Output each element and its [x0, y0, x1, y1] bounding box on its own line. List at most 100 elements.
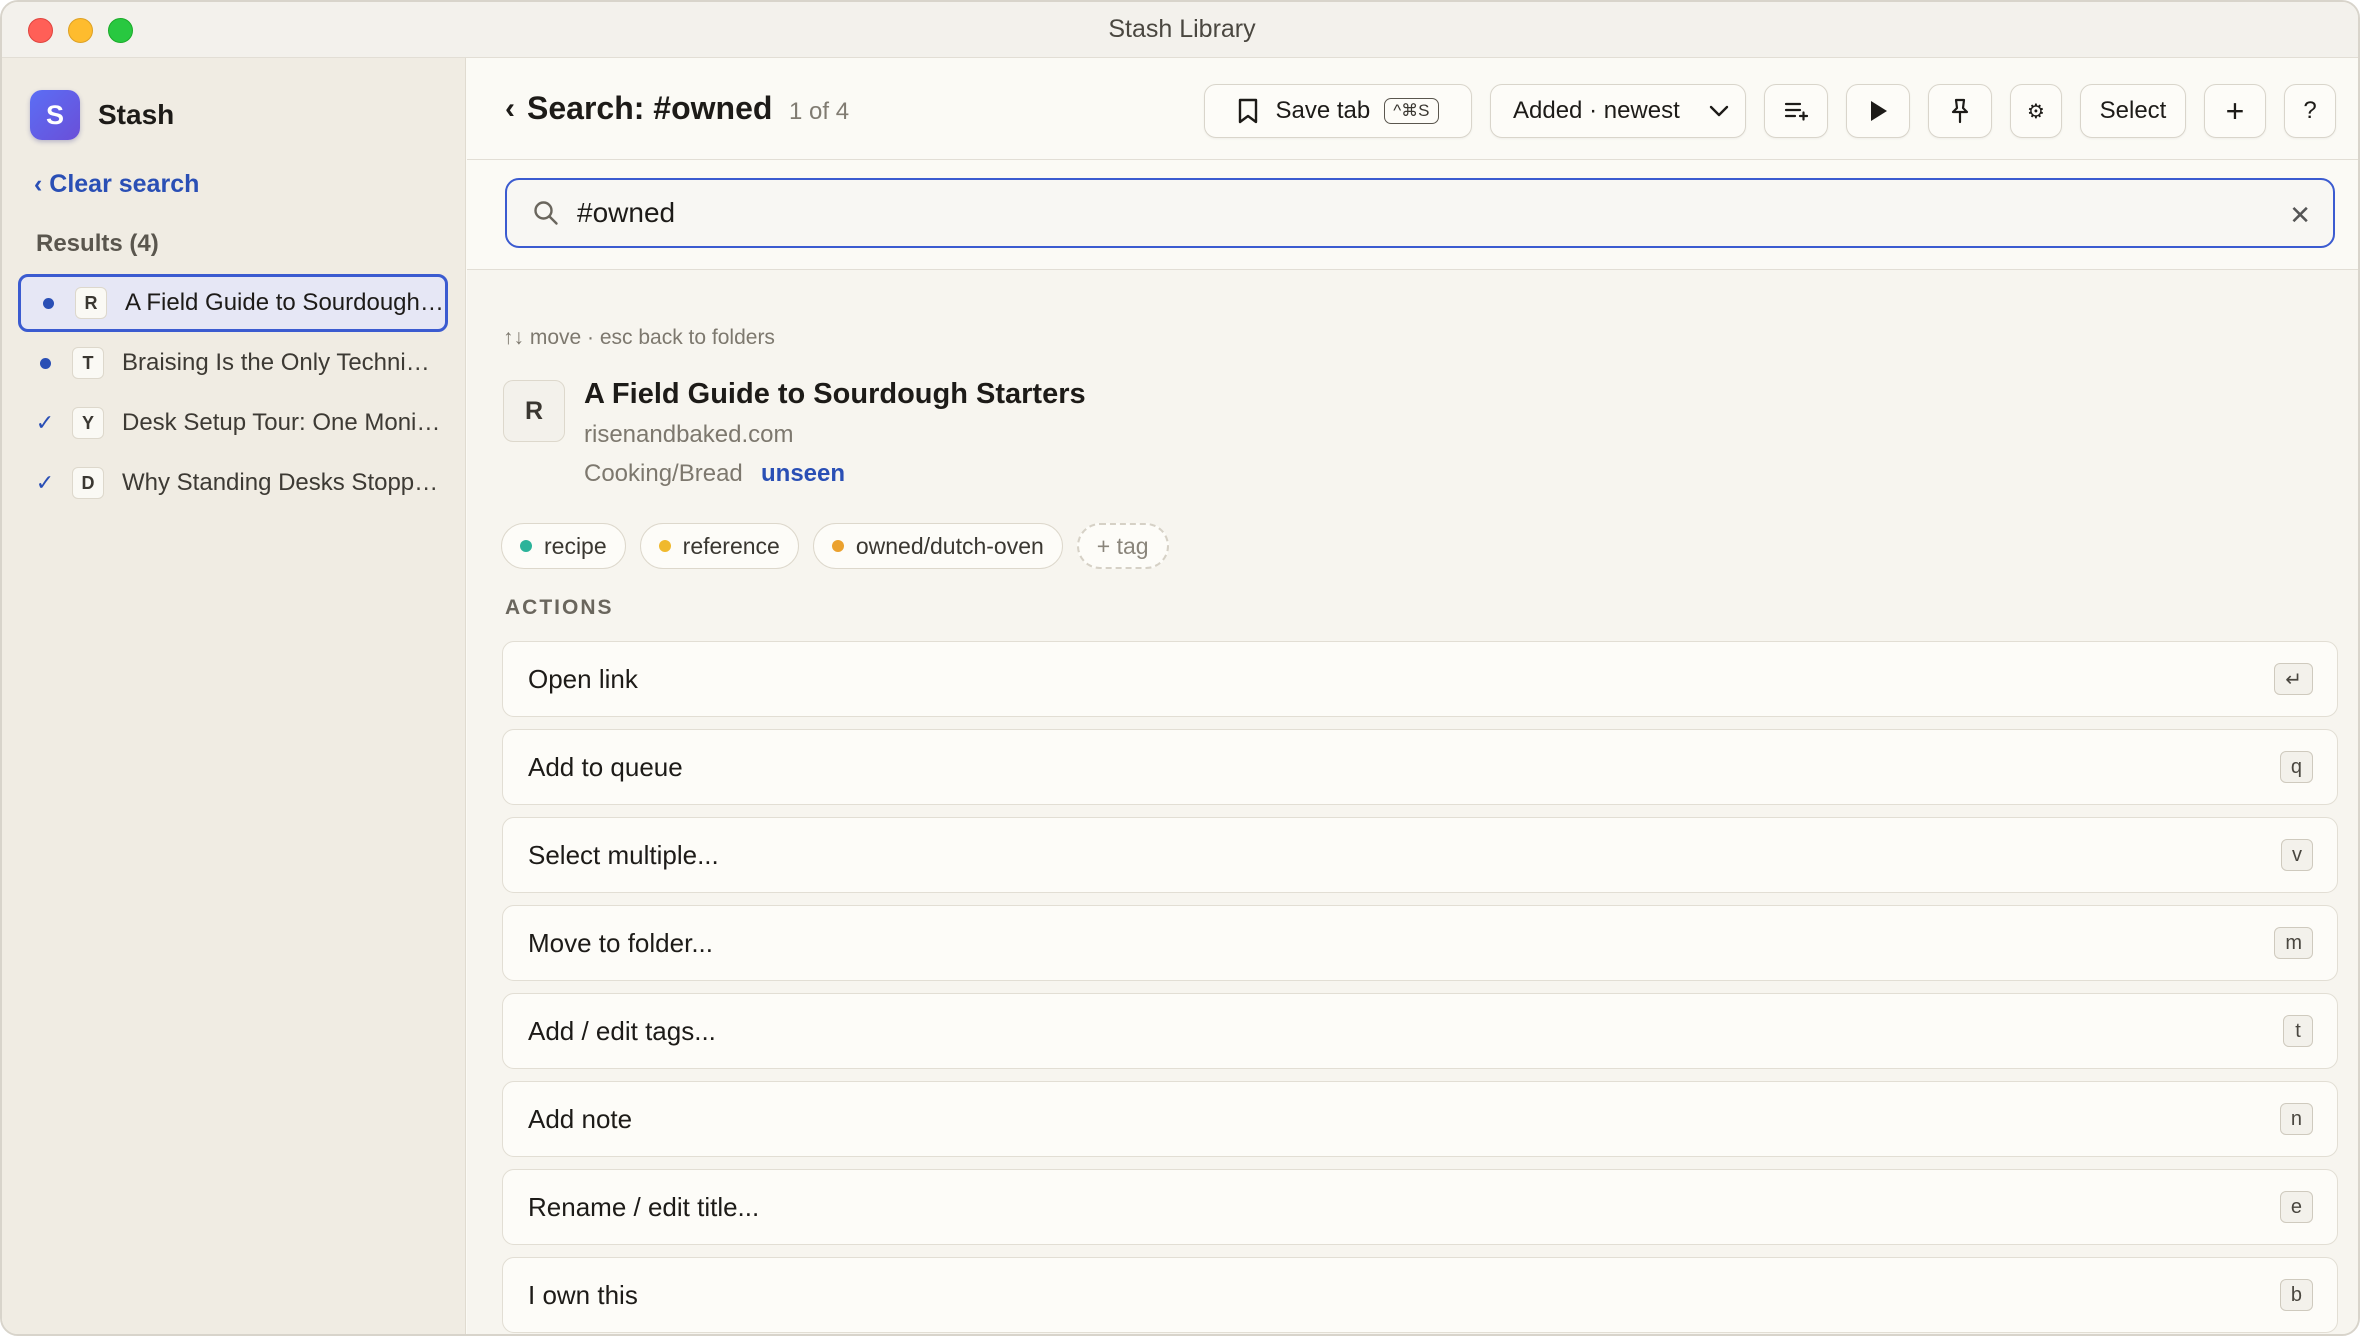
- sort-select[interactable]: Added · newest: [1490, 84, 1746, 138]
- item-title: A Field Guide to Sourdough Starters: [584, 378, 1086, 410]
- action-rename[interactable]: Rename / edit title... e: [502, 1169, 2338, 1245]
- sidebar: S Stash ‹ Clear search Results (4) R A F…: [2, 58, 466, 1334]
- unread-indicator: [37, 297, 59, 309]
- title-bar: Stash Library: [2, 2, 2358, 58]
- result-badge: Y: [72, 407, 104, 439]
- action-shortcut: t: [2283, 1015, 2313, 1047]
- action-label: Rename / edit title...: [528, 1191, 760, 1222]
- actions-list: Open link ↵ Add to queue q Select multip…: [502, 641, 2338, 1334]
- sort-value: Added · newest: [1513, 97, 1680, 124]
- action-open-link[interactable]: Open link ↵: [502, 641, 2338, 717]
- result-position: 1 of 4: [789, 98, 850, 125]
- result-item[interactable]: R A Field Guide to Sourdough Starters: [18, 274, 448, 332]
- add-button[interactable]: +: [2204, 84, 2266, 138]
- window-title: Stash Library: [1108, 15, 1256, 43]
- minimize-window-button[interactable]: [68, 18, 93, 43]
- brand: S Stash: [30, 90, 174, 140]
- result-item[interactable]: ✓ Y Desk Setup Tour: One Monitor, Zero C…: [18, 394, 448, 452]
- result-item[interactable]: T Braising Is the Only Technique You Nee…: [18, 334, 448, 392]
- results-list: R A Field Guide to Sourdough Starters T …: [18, 274, 448, 514]
- search-input[interactable]: [577, 197, 2257, 229]
- app-name: Stash: [98, 99, 175, 130]
- tag-color-dot: [520, 540, 532, 552]
- save-tab-shortcut: ^⌘S: [1384, 98, 1439, 124]
- tag-label: recipe: [544, 532, 607, 559]
- result-badge: R: [75, 287, 107, 319]
- tag-label: owned/dutch-oven: [855, 532, 1044, 559]
- app-window: Stash Library S Stash ‹ Clear search Res…: [0, 0, 2360, 1336]
- result-badge: D: [72, 467, 104, 499]
- gear-icon: ⚙: [2027, 100, 2045, 123]
- action-shortcut: n: [2279, 1103, 2313, 1135]
- tag-chip[interactable]: owned/dutch-oven: [812, 523, 1063, 569]
- zoom-window-button[interactable]: [108, 18, 133, 43]
- action-label: Add / edit tags...: [528, 1015, 716, 1046]
- action-i-own-this[interactable]: I own this b: [502, 1257, 2338, 1333]
- action-shortcut: e: [2279, 1191, 2313, 1223]
- action-shortcut: b: [2279, 1279, 2313, 1311]
- action-add-note[interactable]: Add note n: [502, 1081, 2338, 1157]
- chevron-down-icon: [1709, 105, 1729, 117]
- checkmark-icon: ✓: [35, 410, 55, 435]
- unread-indicator: [34, 357, 56, 369]
- play-icon: [1871, 101, 1887, 121]
- action-label: Add note: [528, 1103, 633, 1134]
- action-shortcut: m: [2274, 927, 2313, 959]
- settings-button[interactable]: ⚙: [2010, 84, 2062, 138]
- page-title: Search: #owned: [527, 90, 773, 126]
- tag-label: reference: [682, 532, 780, 559]
- clear-search-icon[interactable]: ✕: [2289, 200, 2311, 231]
- item-folder: Cooking/Bread: [584, 460, 743, 487]
- tag-list: recipe reference owned/dutch-oven + tag: [501, 523, 1169, 569]
- action-label: Select multiple...: [528, 839, 719, 870]
- save-tab-button[interactable]: Save tab ^⌘S: [1204, 84, 1472, 138]
- queue-list-button[interactable]: [1764, 84, 1828, 138]
- tag-chip[interactable]: reference: [639, 523, 799, 569]
- action-label: I own this: [528, 1279, 638, 1310]
- play-button[interactable]: [1846, 84, 1910, 138]
- tag-color-dot: [831, 540, 844, 552]
- result-item[interactable]: ✓ D Why Standing Desks Stopped Working f…: [18, 454, 448, 512]
- action-add-to-queue[interactable]: Add to queue q: [502, 729, 2338, 805]
- checkmark-icon: ✓: [35, 470, 55, 495]
- item-domain: risenandbaked.com: [584, 421, 794, 448]
- search-icon: [534, 201, 558, 225]
- keyboard-hint: ↑↓ move · esc back to folders: [503, 326, 775, 349]
- action-select-multiple[interactable]: Select multiple... v: [502, 817, 2338, 893]
- action-shortcut: v: [2281, 839, 2313, 871]
- result-badge: T: [72, 347, 104, 379]
- results-heading: Results (4): [36, 230, 159, 257]
- help-button[interactable]: ?: [2284, 84, 2336, 138]
- actions-heading: ACTIONS: [505, 596, 614, 619]
- list-add-icon: [1784, 102, 1808, 121]
- tag-color-dot: [658, 540, 671, 552]
- pin-button[interactable]: [1928, 84, 1992, 138]
- search-bar: ✕: [467, 160, 2358, 270]
- tag-chip[interactable]: recipe: [501, 523, 626, 569]
- back-chevron-icon[interactable]: ‹: [505, 92, 515, 126]
- clear-search-link[interactable]: ‹ Clear search: [34, 170, 199, 199]
- item-status[interactable]: unseen: [761, 460, 845, 488]
- window-controls: [28, 18, 133, 43]
- select-button[interactable]: Select: [2080, 84, 2186, 138]
- action-label: Add to queue: [528, 751, 683, 782]
- result-title: Why Standing Desks Stopped Working for M…: [122, 469, 442, 496]
- result-title: A Field Guide to Sourdough Starters: [125, 289, 445, 316]
- action-shortcut: ↵: [2274, 663, 2313, 695]
- action-shortcut: q: [2279, 751, 2313, 783]
- action-label: Move to folder...: [528, 927, 713, 958]
- add-tag-button[interactable]: + tag: [1076, 523, 1169, 569]
- action-edit-tags[interactable]: Add / edit tags... t: [502, 993, 2338, 1069]
- action-label: Open link: [528, 663, 638, 694]
- item-badge: R: [503, 380, 565, 442]
- result-title: Braising Is the Only Technique You Need: [122, 349, 442, 376]
- search-field: ✕: [505, 178, 2335, 248]
- action-move-to-folder[interactable]: Move to folder... m: [502, 905, 2338, 981]
- main-panel: ‹ Search: #owned 1 of 4 Save tab ^⌘S Add…: [467, 58, 2358, 1334]
- header: ‹ Search: #owned 1 of 4 Save tab ^⌘S Add…: [467, 58, 2358, 160]
- save-tab-label: Save tab: [1275, 97, 1371, 124]
- pin-icon: [1951, 98, 1969, 124]
- app-logo: S: [30, 90, 80, 140]
- result-title: Desk Setup Tour: One Monitor, Zero Clutt…: [122, 409, 442, 436]
- close-window-button[interactable]: [28, 18, 53, 43]
